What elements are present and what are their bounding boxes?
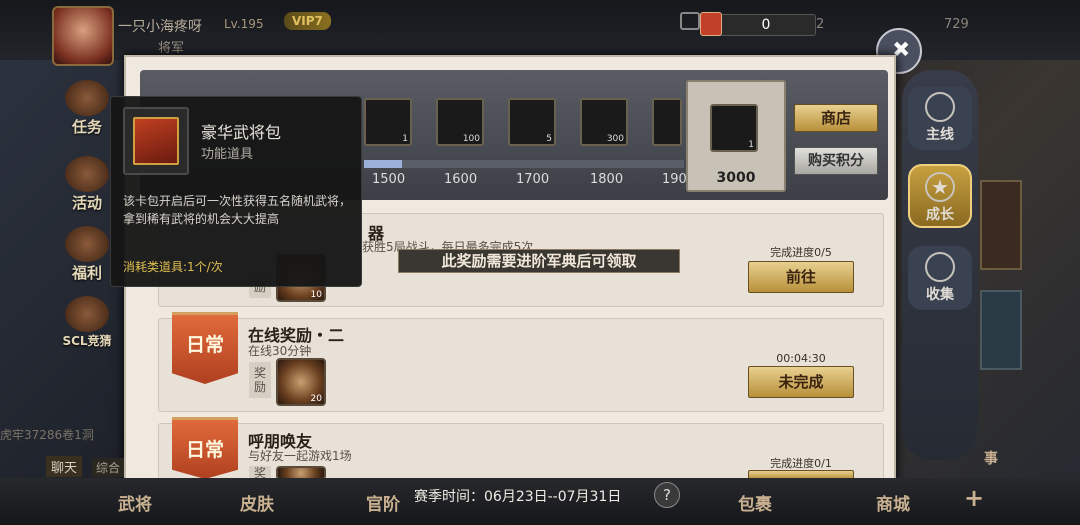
tick-label: 190: [662, 172, 687, 187]
tick-label: 1700: [516, 172, 550, 187]
notice-banner: 此奖励需要进阶军典后可领取: [398, 249, 680, 273]
item-name: 豪华武将包: [201, 123, 282, 142]
side-text: 虎牢37286卷1洞: [0, 428, 94, 442]
incomplete-button[interactable]: 未完成: [748, 366, 854, 398]
welfare-icon: [65, 226, 109, 262]
bottom-nav-bag[interactable]: 包裹: [738, 490, 772, 515]
quest-reward-item[interactable]: 20: [276, 358, 326, 406]
scl-icon: [65, 296, 109, 332]
progress-fill: [364, 160, 403, 168]
shop-button[interactable]: 商店: [794, 104, 878, 132]
item-type: 功能道具: [201, 147, 254, 162]
tab-collection[interactable]: 收集: [908, 246, 972, 310]
top-number-1: 2: [816, 17, 825, 32]
progress-track: [364, 160, 684, 168]
reward-item-2[interactable]: 100: [436, 98, 484, 146]
chat-button[interactable]: 聊天: [46, 456, 83, 477]
side-decoration: [980, 290, 1022, 370]
bottom-nav-skin[interactable]: 皮肤: [240, 490, 274, 515]
player-name: 一只小海疼呀: [118, 19, 202, 35]
activity-icon: [65, 156, 109, 192]
player-level: Lv.195: [224, 17, 264, 31]
tick-label: 1800: [590, 172, 624, 187]
task-icon: [65, 80, 109, 116]
quest-subtitle: 与好友一起游戏1场: [248, 449, 352, 463]
quest-progress: 完成进度0/5: [770, 246, 832, 259]
ticket-icon: [700, 12, 722, 36]
final-reward-item: 1: [710, 104, 758, 152]
daily-tag: 日常: [172, 312, 238, 384]
card-pack-icon: [133, 117, 179, 165]
reward-item-5[interactable]: [652, 98, 682, 146]
tick-label: 1500: [372, 172, 406, 187]
reward-label: 奖励: [249, 362, 271, 398]
reward-item-3[interactable]: 5: [508, 98, 556, 146]
side-edge-label[interactable]: 事: [972, 412, 1010, 468]
buy-points-button[interactable]: 购买积分: [794, 147, 878, 175]
player-rank: 将军: [158, 41, 185, 56]
go-button[interactable]: 前往: [748, 261, 854, 293]
item-tooltip: 豪华武将包 功能道具 该卡包开启后可一次性获得五名随机武将，拿到稀有武将的机会大…: [110, 96, 362, 287]
book-icon: [925, 92, 955, 122]
star-icon: ★: [925, 172, 955, 202]
bottom-nav-shop[interactable]: 商城: [876, 490, 910, 515]
currency-display: 0: [716, 14, 816, 36]
bottom-nav-general[interactable]: 武将: [118, 490, 152, 515]
tab-main-line[interactable]: 主线: [908, 86, 972, 150]
tick-label: 1600: [444, 172, 478, 187]
reward-item-1[interactable]: 1: [364, 98, 412, 146]
plus-icon[interactable]: +: [964, 484, 984, 512]
top-number-2: 729: [944, 17, 969, 32]
quest-timer: 00:04:30: [776, 352, 826, 365]
reward-item-4[interactable]: 300: [580, 98, 628, 146]
player-avatar[interactable]: [52, 6, 114, 66]
chat-channel[interactable]: 综合: [92, 458, 125, 477]
side-decoration: [980, 180, 1022, 270]
final-reward-points: 3000: [716, 170, 756, 186]
season-time: 赛季时间：06月23日--07月31日: [414, 489, 622, 505]
vip-badge[interactable]: VIP7: [284, 12, 331, 30]
daily-tag: 日常: [172, 417, 238, 479]
nav-scl[interactable]: SCL竞猜: [52, 296, 122, 356]
item-icon: [123, 107, 189, 175]
video-icon[interactable]: [680, 12, 700, 30]
item-consume: 消耗类道具:1个/次: [123, 260, 223, 274]
help-icon[interactable]: ?: [654, 482, 680, 508]
item-description: 该卡包开启后可一次性获得五名随机武将，拿到稀有武将的机会大大提高: [123, 194, 352, 226]
scroll-icon: [925, 252, 955, 282]
tab-growth[interactable]: ★ 成长: [908, 164, 972, 228]
quest-progress: 完成进度0/1: [770, 457, 832, 470]
bottom-nav-rank[interactable]: 官阶: [366, 490, 400, 515]
quest-subtitle: 在线30分钟: [248, 344, 312, 358]
